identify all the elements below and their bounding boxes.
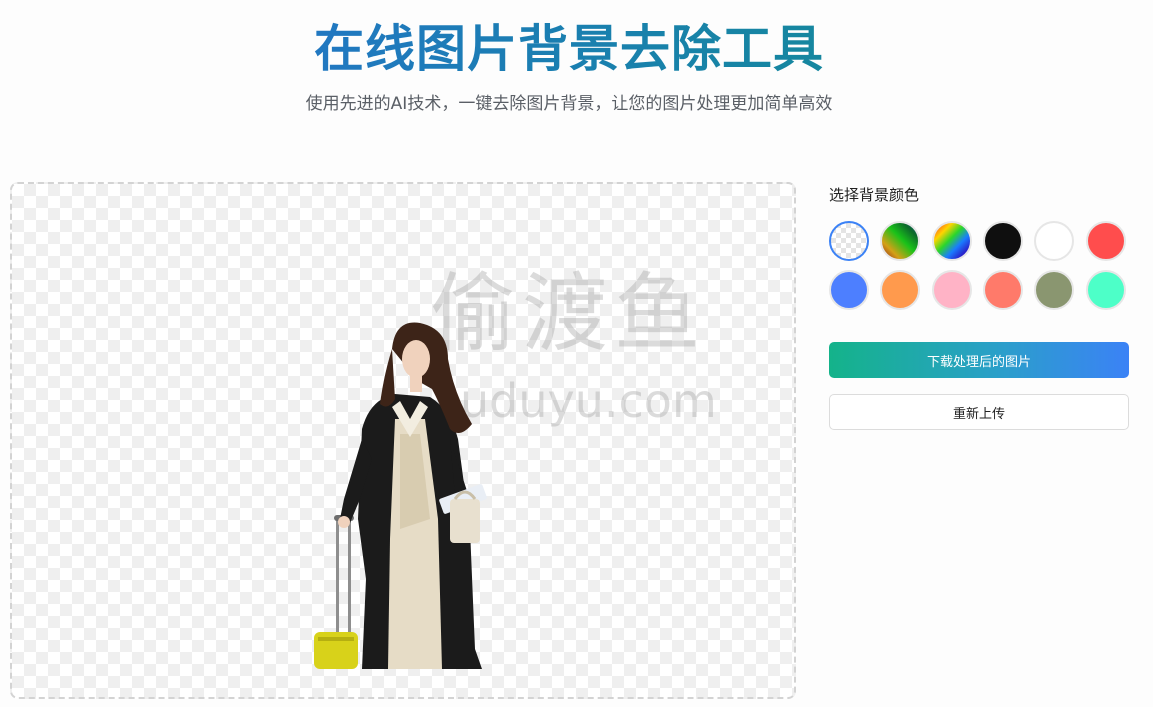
- swatch-olive[interactable]: [1034, 270, 1074, 310]
- reupload-button[interactable]: 重新上传: [829, 394, 1129, 430]
- background-color-label: 选择背景颜色: [829, 186, 920, 204]
- swatch-orange[interactable]: [880, 270, 920, 310]
- swatch-gradient-1[interactable]: [880, 221, 920, 261]
- download-button[interactable]: 下载处理后的图片: [829, 342, 1129, 378]
- swatch-salmon[interactable]: [983, 270, 1023, 310]
- swatch-transparent[interactable]: [829, 221, 869, 261]
- swatch-blue[interactable]: [829, 270, 869, 310]
- cutout-subject-image: [314, 322, 487, 669]
- swatch-mint[interactable]: [1086, 270, 1126, 310]
- swatch-black[interactable]: [983, 221, 1023, 261]
- page-subtitle: 使用先进的AI技术，一键去除图片背景，让您的图片处理更加简单高效: [305, 94, 833, 114]
- swatch-gradient-2[interactable]: [932, 221, 972, 261]
- image-preview-area[interactable]: 偷渡鱼 uduyu.com: [10, 182, 796, 699]
- swatch-pink[interactable]: [932, 270, 972, 310]
- page-title: 在线图片背景去除工具: [0, 18, 1138, 80]
- swatch-red[interactable]: [1086, 221, 1126, 261]
- swatch-white[interactable]: [1034, 221, 1074, 261]
